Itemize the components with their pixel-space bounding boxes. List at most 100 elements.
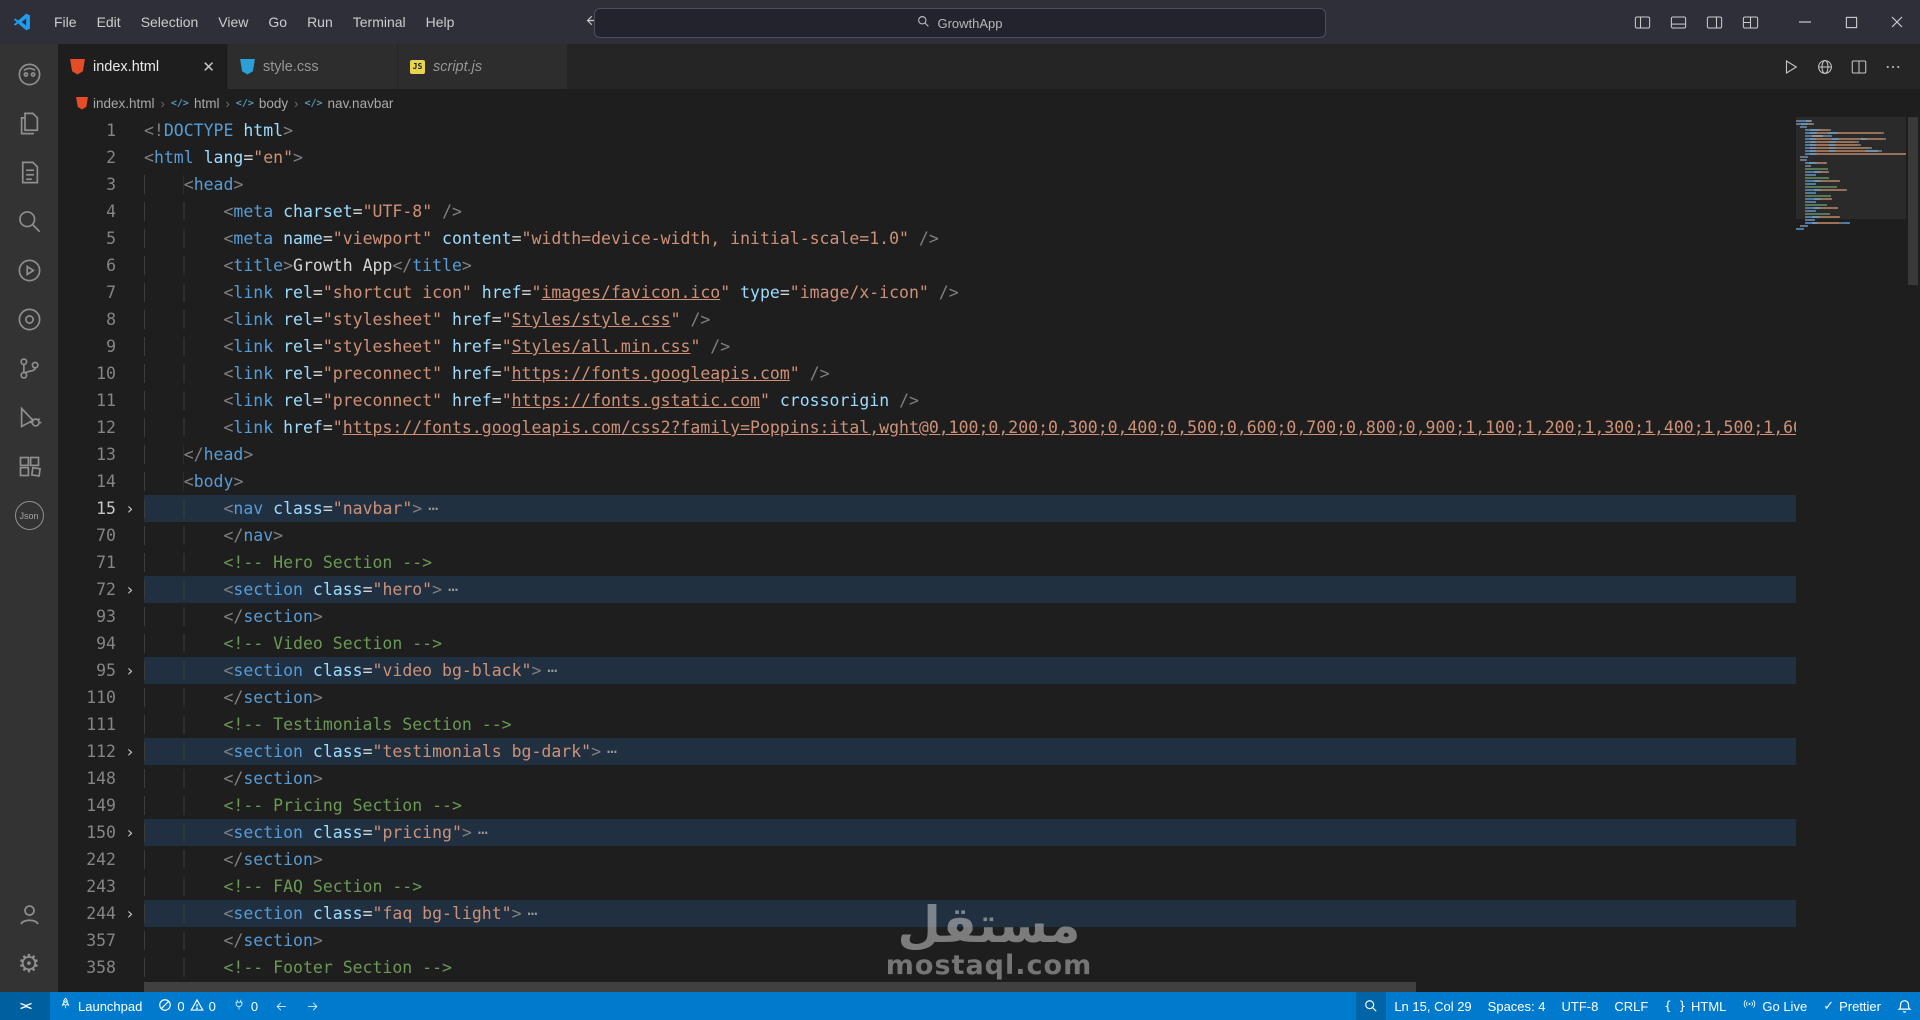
code-line[interactable]: 10 <link rel="preconnect" href="https://… bbox=[58, 360, 1796, 387]
code-line[interactable]: 357 </section> bbox=[58, 927, 1796, 954]
remote-indicator[interactable]: >< bbox=[0, 992, 50, 1020]
fold-chevron-icon[interactable]: › bbox=[116, 900, 144, 927]
code-line[interactable]: 242 </section> bbox=[58, 846, 1796, 873]
prettier-indicator[interactable]: ✓ Prettier bbox=[1815, 992, 1889, 1020]
customize-layout-icon[interactable] bbox=[1734, 6, 1766, 38]
search-icon[interactable] bbox=[5, 197, 53, 246]
indentation[interactable]: Spaces: 4 bbox=[1480, 992, 1554, 1020]
language-mode[interactable]: { } HTML bbox=[1656, 992, 1734, 1020]
documents-icon[interactable] bbox=[5, 148, 53, 197]
breadcrumb-body[interactable]: </> body bbox=[236, 96, 288, 111]
menu-view[interactable]: View bbox=[208, 0, 258, 44]
code-line[interactable]: 7 <link rel="shortcut icon" href="images… bbox=[58, 279, 1796, 306]
code-line[interactable]: 11 <link rel="preconnect" href="https://… bbox=[58, 387, 1796, 414]
problems-indicator[interactable]: 0 0 bbox=[150, 992, 223, 1020]
go-live-button[interactable]: Go Live bbox=[1734, 992, 1815, 1020]
code-line[interactable]: 71 <!-- Hero Section --> bbox=[58, 549, 1796, 576]
menu-run[interactable]: Run bbox=[297, 0, 343, 44]
copilot-icon[interactable] bbox=[5, 50, 53, 99]
launchpad-button[interactable]: Launchpad bbox=[50, 992, 150, 1020]
breadcrumb-nav-navbar[interactable]: </> nav.navbar bbox=[304, 96, 393, 111]
explorer-icon[interactable] bbox=[5, 99, 53, 148]
code-line[interactable]: 3 <head> bbox=[58, 171, 1796, 198]
code-line[interactable]: 93 </section> bbox=[58, 603, 1796, 630]
minimap-slider[interactable] bbox=[1796, 117, 1906, 219]
breadcrumb-file[interactable]: index.html bbox=[76, 96, 155, 111]
code-line[interactable]: 72 › <section class="hero"> ⋯ bbox=[58, 576, 1796, 603]
code-line[interactable]: 70 </nav> bbox=[58, 522, 1796, 549]
menu-file[interactable]: File bbox=[44, 0, 87, 44]
vertical-scrollbar-thumb[interactable] bbox=[1908, 117, 1918, 285]
tab-style-css[interactable]: style.css bbox=[228, 44, 398, 89]
code-line[interactable]: 243 <!-- FAQ Section --> bbox=[58, 873, 1796, 900]
status-forward-icon[interactable] bbox=[297, 992, 328, 1020]
code-line[interactable]: 2 <html lang="en"> bbox=[58, 144, 1796, 171]
code-line[interactable]: 12 <link href="https://fonts.googleapis.… bbox=[58, 414, 1796, 441]
notifications-bell-icon[interactable] bbox=[1889, 992, 1920, 1020]
code-line[interactable]: 14 <body> bbox=[58, 468, 1796, 495]
source-control-icon[interactable] bbox=[5, 344, 53, 393]
zoom-indicator[interactable] bbox=[1356, 992, 1387, 1020]
code-line[interactable]: 149 <!-- Pricing Section --> bbox=[58, 792, 1796, 819]
eol-sequence[interactable]: CRLF bbox=[1606, 992, 1656, 1020]
ports-indicator[interactable]: 0 bbox=[224, 992, 266, 1020]
code-line[interactable]: 8 <link rel="stylesheet" href="Styles/st… bbox=[58, 306, 1796, 333]
menu-selection[interactable]: Selection bbox=[131, 0, 209, 44]
code-line[interactable]: 111 <!-- Testimonials Section --> bbox=[58, 711, 1796, 738]
tab-index-html[interactable]: index.html ✕ bbox=[58, 44, 228, 89]
fold-chevron-icon[interactable]: › bbox=[116, 657, 144, 684]
record-circle-icon[interactable] bbox=[5, 295, 53, 344]
tab-script-js[interactable]: JS script.js bbox=[398, 44, 568, 89]
menu-edit[interactable]: Edit bbox=[87, 0, 131, 44]
more-actions-icon[interactable] bbox=[1878, 52, 1908, 82]
horizontal-scrollbar[interactable] bbox=[144, 982, 1796, 992]
menu-help[interactable]: Help bbox=[416, 0, 465, 44]
split-editor-icon[interactable] bbox=[1844, 52, 1874, 82]
code-line[interactable]: 1 <!DOCTYPE html> bbox=[58, 117, 1796, 144]
close-tab-icon[interactable]: ✕ bbox=[202, 58, 215, 76]
account-icon[interactable] bbox=[5, 890, 53, 939]
menu-terminal[interactable]: Terminal bbox=[343, 0, 416, 44]
toggle-secondary-sidebar-icon[interactable] bbox=[1698, 6, 1730, 38]
code-line[interactable]: 150 › <section class="pricing"> ⋯ bbox=[58, 819, 1796, 846]
fold-chevron-icon[interactable]: › bbox=[116, 495, 144, 522]
code-line[interactable]: 4 <meta charset="UTF-8" /> bbox=[58, 198, 1796, 225]
code-line[interactable]: 6 <title>Growth App</title> bbox=[58, 252, 1796, 279]
horizontal-scrollbar-thumb[interactable] bbox=[144, 982, 1417, 992]
vertical-scrollbar[interactable] bbox=[1906, 117, 1920, 992]
extensions-icon[interactable] bbox=[5, 442, 53, 491]
code-line[interactable]: 95 › <section class="video bg-black"> ⋯ bbox=[58, 657, 1796, 684]
settings-gear-icon[interactable]: ⚙ bbox=[5, 939, 53, 988]
fold-chevron-icon[interactable]: › bbox=[116, 819, 144, 846]
code-line[interactable]: 5 <meta name="viewport" content="width=d… bbox=[58, 225, 1796, 252]
code-line[interactable]: 9 <link rel="stylesheet" href="Styles/al… bbox=[58, 333, 1796, 360]
close-button[interactable] bbox=[1874, 0, 1920, 44]
maximize-button[interactable] bbox=[1828, 0, 1874, 44]
run-file-icon[interactable] bbox=[1776, 52, 1806, 82]
status-back-icon[interactable] bbox=[266, 992, 297, 1020]
fold-chevron-icon[interactable]: › bbox=[116, 738, 144, 765]
menu-go[interactable]: Go bbox=[258, 0, 297, 44]
toggle-panel-icon[interactable] bbox=[1662, 6, 1694, 38]
minimap[interactable] bbox=[1796, 117, 1906, 992]
fold-chevron-icon[interactable]: › bbox=[116, 576, 144, 603]
breadcrumb-html[interactable]: </> html bbox=[171, 96, 220, 111]
encoding[interactable]: UTF-8 bbox=[1554, 992, 1607, 1020]
code-line[interactable]: 112 › <section class="testimonials bg-dar… bbox=[58, 738, 1796, 765]
code-editor[interactable]: 1 <!DOCTYPE html> 2 <html lang="en"> 3 <head… bbox=[58, 117, 1920, 992]
code-line[interactable]: 94 <!-- Video Section --> bbox=[58, 630, 1796, 657]
minimize-button[interactable] bbox=[1782, 0, 1828, 44]
code-line[interactable]: 244 › <section class="faq bg-light"> ⋯ bbox=[58, 900, 1796, 927]
toggle-sidebar-icon[interactable] bbox=[1626, 6, 1658, 38]
code-line[interactable]: 148 </section> bbox=[58, 765, 1796, 792]
open-in-browser-icon[interactable] bbox=[1810, 52, 1840, 82]
command-center-search[interactable]: GrowthApp bbox=[594, 8, 1326, 38]
code-line[interactable]: 15 › <nav class="navbar"> ⋯ bbox=[58, 495, 1796, 522]
json-tools-icon[interactable]: Json bbox=[5, 491, 53, 540]
play-circle-icon[interactable] bbox=[5, 246, 53, 295]
cursor-position[interactable]: Ln 15, Col 29 bbox=[1386, 992, 1479, 1020]
code-line[interactable]: 358 <!-- Footer Section --> bbox=[58, 954, 1796, 981]
code-line[interactable]: 110 </section> bbox=[58, 684, 1796, 711]
run-debug-icon[interactable] bbox=[5, 393, 53, 442]
code-line[interactable]: 13 </head> bbox=[58, 441, 1796, 468]
